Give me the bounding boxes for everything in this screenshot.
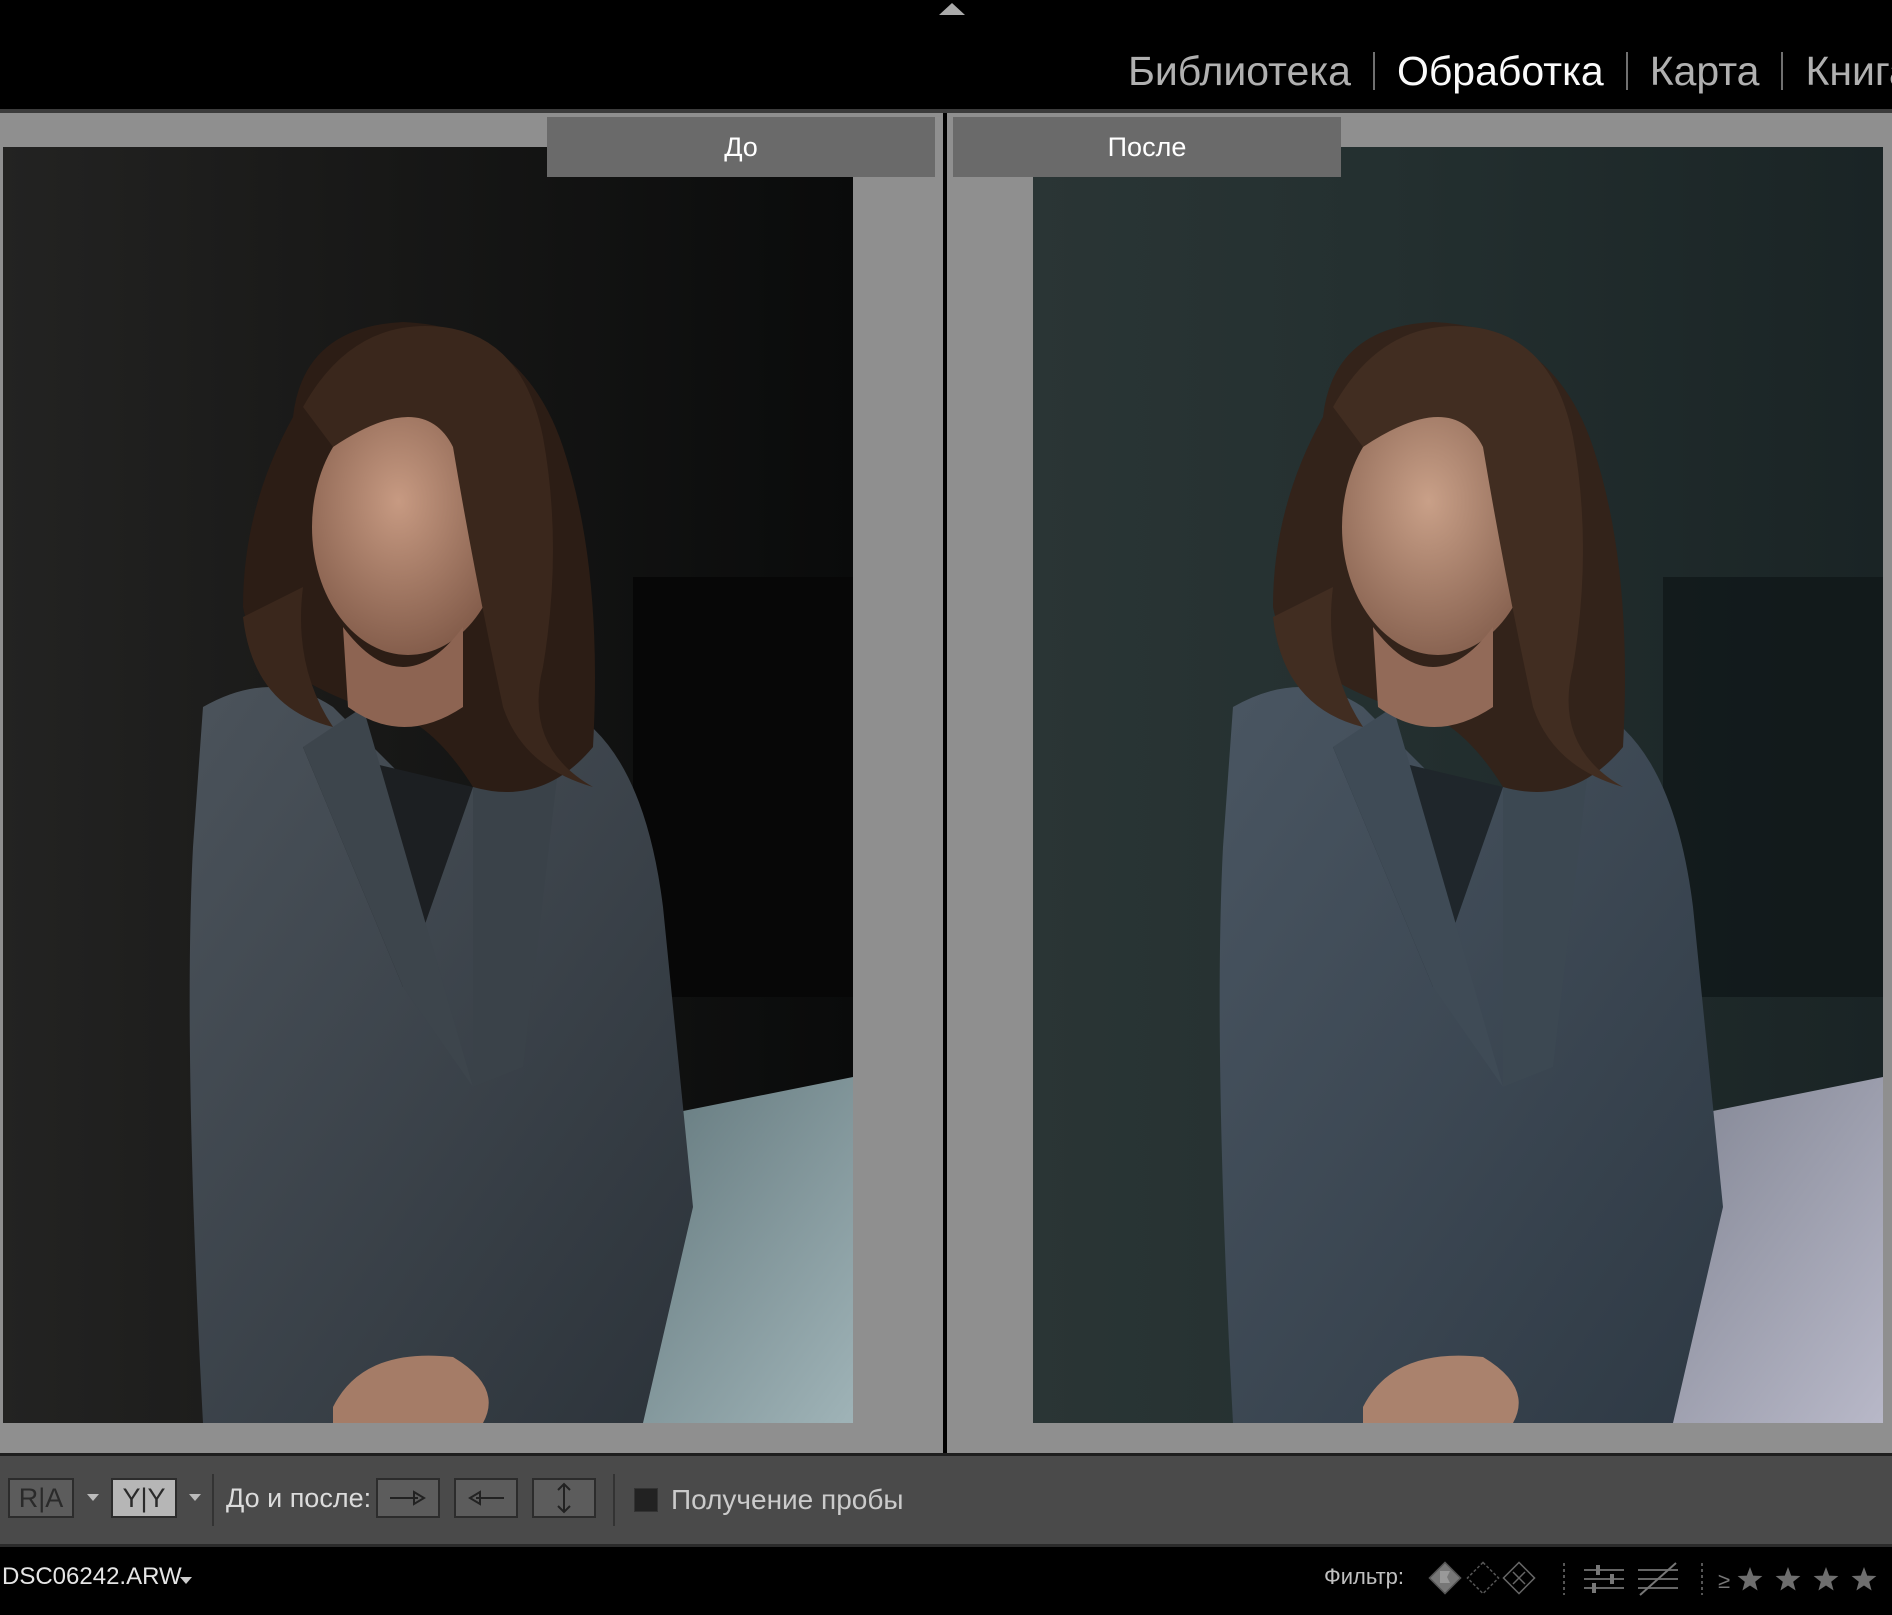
module-develop[interactable]: Обработка xyxy=(1397,48,1604,95)
sample-checkbox[interactable] xyxy=(634,1488,658,1512)
chevron-down-icon[interactable] xyxy=(180,1577,192,1584)
module-library[interactable]: Библиотека xyxy=(1128,48,1351,95)
rating-filter[interactable] xyxy=(1737,1567,1877,1591)
copy-after-to-before-button[interactable] xyxy=(454,1478,518,1518)
filter-label: Фильтр: xyxy=(1324,1564,1405,1589)
chevron-down-icon[interactable] xyxy=(189,1494,201,1501)
module-separator xyxy=(1625,52,1628,90)
edited-filter-icon[interactable] xyxy=(1584,1565,1624,1593)
unedited-filter-icon[interactable] xyxy=(1638,1562,1678,1596)
flag-pick-filter-icon[interactable] xyxy=(1428,1561,1462,1595)
after-label: После xyxy=(953,117,1341,177)
star-icon[interactable] xyxy=(1813,1567,1839,1591)
flag-reject-filter-icon[interactable] xyxy=(1502,1561,1536,1595)
module-bar: Библиотека Обработка Карта Книга xyxy=(0,0,1892,109)
filmstrip-bar: DSC06242.ARW Фильтр: ≥ xyxy=(0,1547,1892,1615)
module-separator xyxy=(1372,52,1375,90)
before-photo[interactable] xyxy=(3,147,853,1423)
module-separator xyxy=(1781,52,1784,90)
collapse-panel-icon[interactable] xyxy=(939,3,965,15)
filter-controls: ≥ xyxy=(1428,1557,1892,1603)
before-after-view: До После xyxy=(0,113,1892,1453)
before-pane[interactable]: До xyxy=(0,113,943,1453)
module-map[interactable]: Карта xyxy=(1650,48,1760,95)
star-icon[interactable] xyxy=(1737,1567,1763,1591)
copy-before-to-after-button[interactable] xyxy=(376,1478,440,1518)
swap-vertical-icon xyxy=(557,1482,571,1514)
filename[interactable]: DSC06242.ARW xyxy=(2,1563,182,1591)
view-left-right-button[interactable]: R|A xyxy=(8,1478,74,1518)
after-photo-image xyxy=(1033,147,1883,1423)
toolbar-separator xyxy=(613,1474,615,1526)
rating-operator[interactable]: ≥ xyxy=(1718,1568,1730,1593)
view-split-label: Y|Y xyxy=(122,1482,166,1513)
arrow-left-icon xyxy=(468,1490,504,1506)
star-icon[interactable] xyxy=(1851,1567,1877,1591)
arrow-right-icon xyxy=(390,1490,426,1506)
before-label: До xyxy=(547,117,935,177)
module-book[interactable]: Книга xyxy=(1805,48,1892,95)
flag-unflagged-filter-icon[interactable] xyxy=(1466,1561,1500,1595)
toolbar-separator xyxy=(212,1474,214,1526)
module-picker: Библиотека Обработка Карта Книга xyxy=(1128,36,1892,106)
chevron-down-icon[interactable] xyxy=(87,1494,99,1501)
swap-before-after-button[interactable] xyxy=(532,1478,596,1518)
after-pane[interactable]: После xyxy=(947,113,1892,1453)
before-photo-image xyxy=(3,147,853,1423)
sample-label[interactable]: Получение пробы xyxy=(671,1476,904,1524)
view-split-button[interactable]: Y|Y xyxy=(111,1478,177,1518)
after-photo[interactable] xyxy=(1033,147,1883,1423)
before-after-label: До и после: xyxy=(226,1482,372,1513)
star-icon[interactable] xyxy=(1775,1567,1801,1591)
develop-toolbar: R|A Y|Y До и после: Получение пробы xyxy=(0,1456,1892,1544)
view-left-right-label: R|A xyxy=(18,1482,64,1513)
